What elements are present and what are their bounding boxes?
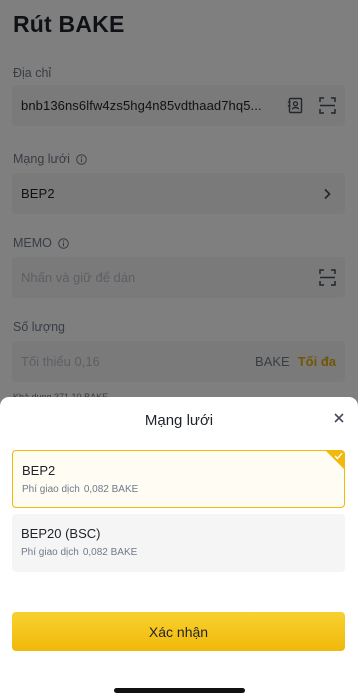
fee-value: 0,082 BAKE <box>82 547 138 558</box>
check-icon <box>334 452 343 460</box>
sheet-title: Mạng lưới <box>144 412 214 429</box>
fee-value: 0,082 BAKE <box>83 484 139 495</box>
network-bottom-sheet: Mạng lưới BEP2 Phí giao dịch 0,082 BAKE … <box>0 397 358 700</box>
option-name: BEP20 (BSC) <box>21 526 101 541</box>
network-option-bep20[interactable]: BEP20 (BSC) Phí giao dịch 0,082 BAKE <box>12 514 345 572</box>
network-option-bep2[interactable]: BEP2 Phí giao dịch 0,082 BAKE <box>12 450 345 508</box>
close-icon[interactable] <box>332 411 346 425</box>
home-indicator <box>114 688 245 693</box>
fee-label: Phí giao dịch <box>22 484 80 495</box>
option-name: BEP2 <box>22 463 56 478</box>
confirm-button[interactable]: Xác nhận <box>12 612 345 651</box>
fee-label: Phí giao dịch <box>21 547 79 558</box>
option-fee: Phí giao dịch 0,082 BAKE <box>21 547 336 558</box>
option-fee: Phí giao dịch 0,082 BAKE <box>22 484 335 495</box>
